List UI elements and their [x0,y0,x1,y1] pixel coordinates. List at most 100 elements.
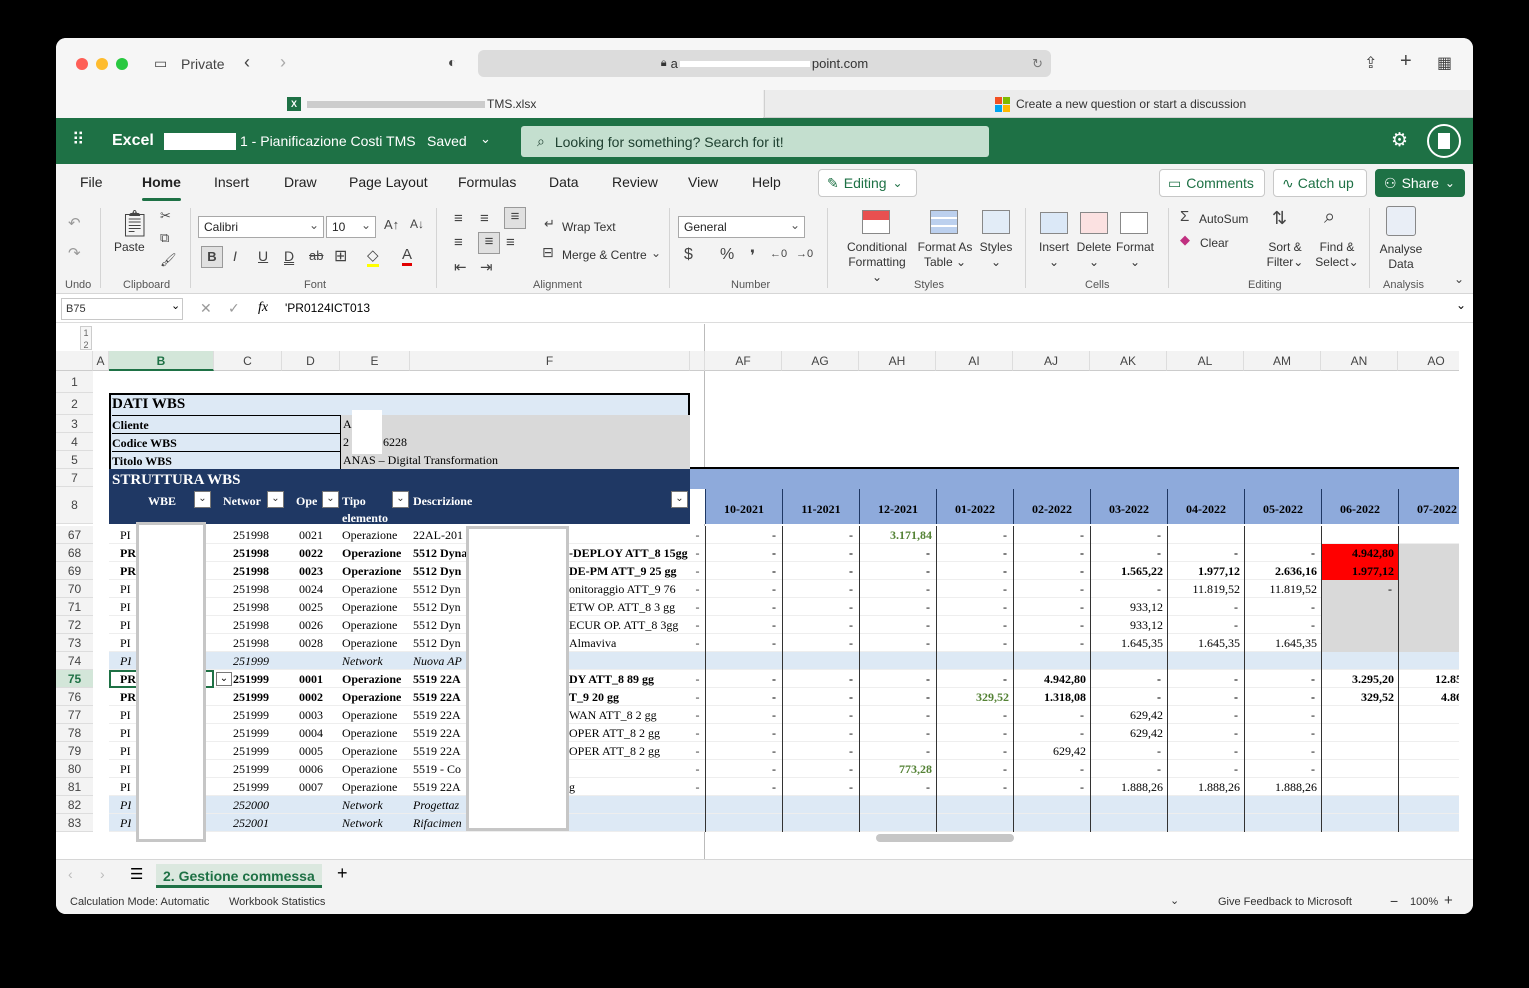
enter-icon[interactable]: ✓ [228,300,240,317]
row-header-2[interactable]: 2 [56,393,93,415]
find-select-icon[interactable]: ⌕ [1324,206,1335,229]
add-sheet-icon[interactable]: + [337,863,348,884]
value-cell-an[interactable] [1321,634,1398,652]
value-cell-al[interactable]: - [1167,760,1244,778]
column-header-al[interactable]: AL [1167,351,1244,371]
align-top-icon[interactable]: ≡ [454,210,463,227]
network-cell[interactable]: 251999 [226,724,276,742]
currency-icon[interactable]: $ [684,246,693,264]
tab-tms-xlsx[interactable]: X TMS.xlsx [56,90,763,118]
row-header-5[interactable]: 5 [56,451,93,469]
share-page-icon[interactable]: ⇪ [1364,53,1377,73]
insert-cells-button[interactable]: Insert ⌄ [1038,240,1070,270]
filter-dropdown-icon[interactable]: ⌄ [322,491,339,508]
value-cell-am[interactable]: 1.888,26 [1244,778,1321,796]
value-cell-af[interactable] [705,652,782,670]
network-cell[interactable]: 251998 [226,526,276,544]
wbe-cell[interactable]: PI [120,598,131,616]
value-cell-an[interactable] [1321,760,1398,778]
ope-cell[interactable]: 0006 [299,760,323,778]
ope-cell[interactable]: 0026 [299,616,323,634]
row-header-75[interactable]: 75 [56,670,93,688]
fx-icon[interactable]: fx [258,300,268,316]
row-header-72[interactable]: 72 [56,616,93,634]
value-cell-ag[interactable]: - [782,760,859,778]
ope-cell[interactable]: 0004 [299,724,323,742]
tipo-cell[interactable]: Operazione [342,706,397,724]
value-cell-am[interactable]: 11.819,52 [1244,580,1321,598]
network-cell[interactable]: 251998 [226,598,276,616]
borders-icon[interactable]: ⊞ [334,246,347,266]
paste-button[interactable]: Paste [114,240,145,255]
row-header-1[interactable]: 1 [56,371,93,393]
styles-button[interactable]: Styles ⌄ [978,240,1014,270]
value-cell-an[interactable] [1321,778,1398,796]
value-cell-an[interactable] [1321,742,1398,760]
value-cell-ag[interactable]: - [782,724,859,742]
ope-cell[interactable]: 0024 [299,580,323,598]
value-cell-ao[interactable]: 12.851, [1398,670,1459,688]
column-header-ak[interactable]: AK [1090,351,1167,371]
value-cell-ak[interactable]: 629,42 [1090,724,1167,742]
wbe-cell[interactable]: PI [120,580,131,598]
desc-cell-end[interactable]: WAN ATT_8 2 gg [569,706,690,724]
tipo-cell[interactable]: Network [342,796,383,814]
value-cell-ah[interactable]: - [859,706,936,724]
wbe-cell[interactable]: PI [120,652,131,670]
value-cell-am[interactable] [1244,526,1321,544]
decrease-indent-icon[interactable]: ⇤ [454,258,467,276]
zoom-in-icon[interactable]: + [1444,892,1453,909]
value-cell-ah[interactable]: - [859,562,936,580]
column-header-am[interactable]: AM [1244,351,1321,371]
value-cell-ah[interactable]: - [859,634,936,652]
filter-dropdown-icon[interactable]: ⌄ [267,491,284,508]
value-cell-am[interactable]: 1.645,35 [1244,634,1321,652]
value-cell-ah[interactable]: - [859,778,936,796]
italic-button[interactable]: I [233,248,237,264]
value-cell-ah[interactable]: - [859,724,936,742]
network-cell[interactable]: 251998 [226,616,276,634]
filter-dropdown-icon[interactable]: ⌄ [194,491,211,508]
value-cell-ag[interactable]: - [782,742,859,760]
column-header-ag[interactable]: AG [782,351,859,371]
zoom-out-icon[interactable]: − [1390,893,1398,909]
ope-cell[interactable]: 0003 [299,706,323,724]
tab-insert[interactable]: Insert [214,174,249,190]
value-cell-al[interactable]: - [1167,724,1244,742]
zoom-window-button[interactable] [116,58,128,70]
desc-cell-end[interactable]: T_9 20 gg [569,688,690,706]
value-cell-ag[interactable] [782,652,859,670]
clear-button[interactable]: Clear [1200,236,1229,251]
row-header-79[interactable]: 79 [56,742,93,760]
value-cell-ah[interactable]: 773,28 [859,760,936,778]
value-cell-al[interactable]: - [1167,670,1244,688]
value-cell-am[interactable]: - [1244,724,1321,742]
spreadsheet-grid[interactable]: 1 2 A B C D E F AF AG AH AI AJ AK AL AM AN AO 1 2 3 4 5 7 8 DATI … [56,324,1459,859]
copy-icon[interactable]: ⧉ [160,230,169,246]
value-cell-ak[interactable] [1090,814,1167,832]
wbe-cell[interactable]: PI [120,724,131,742]
app-name[interactable]: Excel [112,132,154,150]
row-header-81[interactable]: 81 [56,778,93,796]
value-cell-am[interactable]: - [1244,670,1321,688]
tab-overview-icon[interactable]: ▦ [1437,53,1452,73]
value-cell-aj[interactable]: - [1013,760,1090,778]
ope-cell[interactable]: 0001 [299,670,323,688]
ope-cell[interactable]: 0028 [299,634,323,652]
sort-filter-button[interactable]: Sort & Filter⌄ [1264,240,1306,270]
value-cell-ao[interactable] [1398,544,1459,562]
value-cell-aj[interactable]: 629,42 [1013,742,1090,760]
value-cell-ai[interactable]: - [936,778,1013,796]
value-cell-ai[interactable]: - [936,580,1013,598]
conditional-formatting-icon[interactable] [862,210,890,234]
column-header-d[interactable]: D [282,351,340,371]
tipo-cell[interactable]: Operazione [342,634,397,652]
zoom-level[interactable]: 100% [1410,896,1438,908]
font-name-select[interactable]: Calibri [198,216,324,238]
value-cell-ak[interactable] [1090,652,1167,670]
comments-button[interactable]: ▭ Comments [1159,169,1265,197]
value-cell-aj[interactable]: - [1013,526,1090,544]
value-cell-aj[interactable]: - [1013,634,1090,652]
paste-icon[interactable]: 📋︎ [118,208,151,239]
wbe-cell[interactable]: PI [120,526,131,544]
